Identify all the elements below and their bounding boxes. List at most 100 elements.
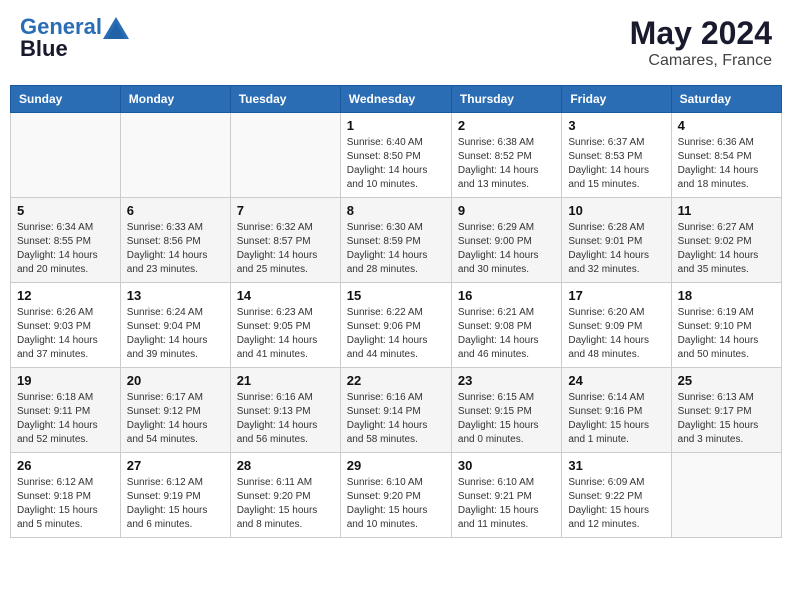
logo-icon [103,17,129,39]
day-info: Sunrise: 6:22 AM Sunset: 9:06 PM Dayligh… [347,306,445,362]
day-number: 30 [458,458,555,473]
day-info: Sunrise: 6:15 AM Sunset: 9:15 PM Dayligh… [458,391,555,447]
day-number: 1 [347,118,445,133]
calendar-cell: 23 Sunrise: 6:15 AM Sunset: 9:15 PM Dayli… [451,368,561,453]
day-info: Sunrise: 6:21 AM Sunset: 9:08 PM Dayligh… [458,306,555,362]
calendar-cell: 24 Sunrise: 6:14 AM Sunset: 9:16 PM Dayli… [562,368,671,453]
day-info: Sunrise: 6:16 AM Sunset: 9:13 PM Dayligh… [237,391,334,447]
day-info: Sunrise: 6:33 AM Sunset: 8:56 PM Dayligh… [127,221,224,277]
day-info: Sunrise: 6:12 AM Sunset: 9:18 PM Dayligh… [17,476,114,532]
day-number: 15 [347,288,445,303]
calendar-cell: 11Sunrise: 6:27 AM Sunset: 9:02 PM Dayli… [671,198,781,283]
day-info: Sunrise: 6:38 AM Sunset: 8:52 PM Dayligh… [458,136,555,192]
day-info: Sunrise: 6:24 AM Sunset: 9:04 PM Dayligh… [127,306,224,362]
day-number: 8 [347,203,445,218]
day-info: Sunrise: 6:37 AM Sunset: 8:53 PM Dayligh… [568,136,664,192]
page-header: General Blue May 2024 Camares, France [10,10,782,75]
calendar-cell: 2Sunrise: 6:38 AM Sunset: 8:52 PM Daylig… [451,113,561,198]
calendar-cell: 21Sunrise: 6:16 AM Sunset: 9:13 PM Dayli… [230,368,340,453]
calendar-cell: 14Sunrise: 6:23 AM Sunset: 9:05 PM Dayli… [230,283,340,368]
calendar-cell [671,453,781,538]
day-number: 3 [568,118,664,133]
calendar-cell: 28 Sunrise: 6:11 AM Sunset: 9:20 PM Dayli… [230,453,340,538]
day-info: Sunrise: 6:29 AM Sunset: 9:00 PM Dayligh… [458,221,555,277]
day-info: Sunrise: 6:13 AM Sunset: 9:17 PM Dayligh… [678,391,775,447]
calendar-cell: 6 Sunrise: 6:33 AM Sunset: 8:56 PM Daylig… [120,198,230,283]
column-header-monday: Monday [120,86,230,113]
column-header-tuesday: Tuesday [230,86,340,113]
day-number: 19 [17,373,114,388]
calendar-cell: 7 Sunrise: 6:32 AM Sunset: 8:57 PM Daylig… [230,198,340,283]
calendar-cell: 16 Sunrise: 6:21 AM Sunset: 9:08 PM Dayli… [451,283,561,368]
calendar-header-row: SundayMondayTuesdayWednesdayThursdayFrid… [11,86,782,113]
column-header-sunday: Sunday [11,86,121,113]
calendar-cell: 15 Sunrise: 6:22 AM Sunset: 9:06 PM Dayli… [340,283,451,368]
day-info: Sunrise: 6:19 AM Sunset: 9:10 PM Dayligh… [678,306,775,362]
day-number: 18 [678,288,775,303]
day-info: Sunrise: 6:20 AM Sunset: 9:09 PM Dayligh… [568,306,664,362]
column-header-thursday: Thursday [451,86,561,113]
calendar-cell: 8Sunrise: 6:30 AM Sunset: 8:59 PM Daylig… [340,198,451,283]
calendar-cell [11,113,121,198]
day-number: 28 [237,458,334,473]
calendar-cell: 25 Sunrise: 6:13 AM Sunset: 9:17 PM Dayli… [671,368,781,453]
day-number: 12 [17,288,114,303]
day-number: 25 [678,373,775,388]
logo: General Blue [20,15,129,61]
day-number: 16 [458,288,555,303]
calendar-table: SundayMondayTuesdayWednesdayThursdayFrid… [10,85,782,538]
day-number: 26 [17,458,114,473]
location-title: Camares, France [630,52,772,70]
calendar-week-3: 12 Sunrise: 6:26 AM Sunset: 9:03 PM Dayli… [11,283,782,368]
day-info: Sunrise: 6:09 AM Sunset: 9:22 PM Dayligh… [568,476,664,532]
day-number: 27 [127,458,224,473]
calendar-cell: 10 Sunrise: 6:28 AM Sunset: 9:01 PM Dayli… [562,198,671,283]
title-block: May 2024 Camares, France [630,15,772,70]
day-info: Sunrise: 6:34 AM Sunset: 8:55 PM Dayligh… [17,221,114,277]
day-number: 4 [678,118,775,133]
calendar-week-2: 5 Sunrise: 6:34 AM Sunset: 8:55 PM Daylig… [11,198,782,283]
calendar-cell: 17 Sunrise: 6:20 AM Sunset: 9:09 PM Dayli… [562,283,671,368]
calendar-week-5: 26 Sunrise: 6:12 AM Sunset: 9:18 PM Dayli… [11,453,782,538]
day-info: Sunrise: 6:36 AM Sunset: 8:54 PM Dayligh… [678,136,775,192]
calendar-cell: 22Sunrise: 6:16 AM Sunset: 9:14 PM Dayli… [340,368,451,453]
calendar-cell: 3 Sunrise: 6:37 AM Sunset: 8:53 PM Daylig… [562,113,671,198]
calendar-cell: 13Sunrise: 6:24 AM Sunset: 9:04 PM Dayli… [120,283,230,368]
calendar-cell: 12 Sunrise: 6:26 AM Sunset: 9:03 PM Dayli… [11,283,121,368]
day-info: Sunrise: 6:32 AM Sunset: 8:57 PM Dayligh… [237,221,334,277]
day-number: 7 [237,203,334,218]
day-number: 5 [17,203,114,218]
calendar-cell: 19Sunrise: 6:18 AM Sunset: 9:11 PM Dayli… [11,368,121,453]
day-info: Sunrise: 6:14 AM Sunset: 9:16 PM Dayligh… [568,391,664,447]
calendar-cell: 18 Sunrise: 6:19 AM Sunset: 9:10 PM Dayli… [671,283,781,368]
calendar-cell: 4 Sunrise: 6:36 AM Sunset: 8:54 PM Daylig… [671,113,781,198]
day-number: 11 [678,203,775,218]
day-info: Sunrise: 6:10 AM Sunset: 9:21 PM Dayligh… [458,476,555,532]
calendar-cell: 27 Sunrise: 6:12 AM Sunset: 9:19 PM Dayli… [120,453,230,538]
day-info: Sunrise: 6:23 AM Sunset: 9:05 PM Dayligh… [237,306,334,362]
calendar-cell: 1 Sunrise: 6:40 AM Sunset: 8:50 PM Daylig… [340,113,451,198]
day-info: Sunrise: 6:28 AM Sunset: 9:01 PM Dayligh… [568,221,664,277]
calendar-cell [230,113,340,198]
day-info: Sunrise: 6:11 AM Sunset: 9:20 PM Dayligh… [237,476,334,532]
calendar-cell: 20Sunrise: 6:17 AM Sunset: 9:12 PM Dayli… [120,368,230,453]
column-header-friday: Friday [562,86,671,113]
day-number: 22 [347,373,445,388]
column-header-wednesday: Wednesday [340,86,451,113]
day-number: 10 [568,203,664,218]
day-number: 23 [458,373,555,388]
calendar-cell: 9 Sunrise: 6:29 AM Sunset: 9:00 PM Daylig… [451,198,561,283]
day-number: 17 [568,288,664,303]
day-info: Sunrise: 6:12 AM Sunset: 9:19 PM Dayligh… [127,476,224,532]
calendar-cell [120,113,230,198]
day-number: 6 [127,203,224,218]
column-header-saturday: Saturday [671,86,781,113]
day-info: Sunrise: 6:40 AM Sunset: 8:50 PM Dayligh… [347,136,445,192]
day-info: Sunrise: 6:17 AM Sunset: 9:12 PM Dayligh… [127,391,224,447]
day-number: 9 [458,203,555,218]
calendar-cell: 29Sunrise: 6:10 AM Sunset: 9:20 PM Dayli… [340,453,451,538]
day-number: 24 [568,373,664,388]
day-info: Sunrise: 6:26 AM Sunset: 9:03 PM Dayligh… [17,306,114,362]
calendar-cell: 26 Sunrise: 6:12 AM Sunset: 9:18 PM Dayli… [11,453,121,538]
calendar-cell: 30 Sunrise: 6:10 AM Sunset: 9:21 PM Dayli… [451,453,561,538]
